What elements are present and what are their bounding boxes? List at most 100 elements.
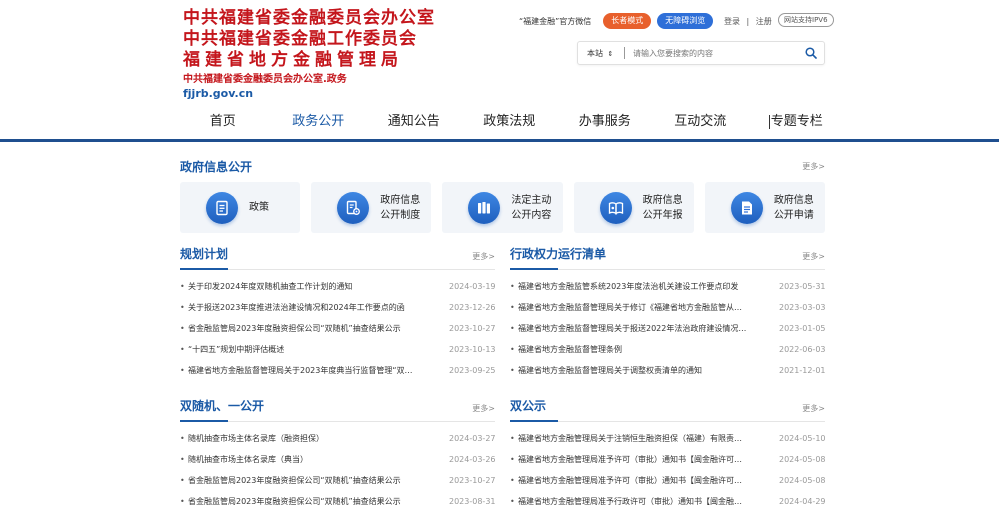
list-item[interactable]: • 省金融监管局2023年度融资担保公司“双随机”抽查结果公示 2023-08-31 [180,491,496,512]
dual-publicity-panel: 双公示 更多> • 福建省地方金融管理局关于注销恒生融资担保（福建）有限责… 202… [510,396,826,512]
list-item-date: 2023-03-03 [779,303,826,312]
bullet-icon: • [180,497,185,506]
card-statutory-content[interactable]: 法定主动 公开内容 [442,182,563,233]
list-item-date: 2022-06-03 [779,345,826,354]
power-panel-header: 行政权力运行清单 更多> [510,244,825,270]
list-item-title: “十四五”规划中期评估概述 [188,345,285,354]
random-panel-header: 双随机、一公开 更多> [180,396,495,422]
login-link[interactable]: 登录 [724,17,740,26]
list-item-date: 2023-09-25 [449,366,496,375]
card-policy[interactable]: 政策 [180,182,301,233]
list-item[interactable]: • “十四五”规划中期评估概述 2023-10-13 [180,339,496,360]
text-cursor [768,114,770,129]
plan-more-link[interactable]: 更多> [472,251,495,262]
accessible-browse-button[interactable]: 无障碍浏览 [657,13,714,29]
list-item[interactable]: • 随机抽查市场主体名录库（融资担保） 2024-03-27 [180,428,496,449]
register-link[interactable]: 注册 [756,17,772,26]
list-item[interactable]: • 省金融监管局2023年度融资担保公司“双随机”抽查结果公示 2023-10-27 [180,470,496,491]
updown-arrow-icon: ⇕ [607,49,614,58]
site-logo[interactable]: 中共福建省委金融委员会办公室 中共福建省委金融工作委员会 福建省地方金融管理局 … [183,8,435,101]
list-item-date: 2023-05-31 [779,282,826,291]
list-item-title: 福建省地方金融监督管理条例 [518,345,622,354]
nav-topics[interactable]: 专题专栏 [748,108,844,136]
nav-notices[interactable]: 通知公告 [366,108,462,136]
bullet-icon: • [180,434,185,443]
public-list: • 福建省地方金融管理局关于注销恒生融资担保（福建）有限责… 2024-05-10 … [510,428,826,512]
list-item-title: 福建省地方金融监督管理局关于报送2022年法治政府建设情况… [518,324,747,333]
bullet-icon: • [180,282,185,291]
public-more-link[interactable]: 更多> [802,403,825,414]
nav-topics-label: 专题专栏 [770,114,823,129]
list-item[interactable]: • 福建省地方金融管理局准予许可（审批）通知书【闽金融许可… 2024-05-08 [510,449,826,470]
list-item[interactable]: • 福建省地方金融管理局准予许可（审批）通知书【闽金融许可… 2024-05-08 [510,470,826,491]
search-scope-select[interactable]: 本站 ⇕ [578,48,618,59]
list-item-date: 2024-05-08 [779,455,826,464]
card-disclosure-system[interactable]: 政府信息 公开制度 [311,182,432,233]
search-icon [805,47,817,59]
random-title-underline [180,420,228,422]
top-utility-bar: “福建金融”官方微信 长者模式 无障碍浏览 [519,13,714,29]
list-item-title: 福建省地方金融监督管理局关于2023年度典当行监督管理“双… [188,366,413,375]
list-item[interactable]: • 福建省地方金融监督管理条例 2022-06-03 [510,339,826,360]
gov-info-header: 政府信息公开 更多> [180,158,825,175]
nav-services[interactable]: 办事服务 [557,108,653,136]
list-item-date: 2024-03-26 [449,455,496,464]
file-lines-icon [730,191,763,224]
nav-interaction[interactable]: 互动交流 [653,108,749,136]
list-item-date: 2023-01-05 [779,324,826,333]
list-item-title: 福建省地方金融管理局准予许可（审批）通知书【闽金融许可… [518,476,742,485]
document-gear-icon [337,191,370,224]
search-bar: 本站 ⇕ [577,41,825,65]
list-item[interactable]: • 福建省地方金融监督管理局关于修订《福建省地方金融监管从… 2023-03-03 [510,297,826,318]
list-item-date: 2023-10-27 [449,476,496,485]
bullet-icon: • [510,476,515,485]
random-list: • 随机抽查市场主体名录库（融资担保） 2024-03-27 • 随机抽查市场主体名录… [180,428,496,512]
list-item-date: 2023-08-31 [449,497,496,506]
search-button[interactable] [798,42,824,64]
card-disclosure-request-label: 政府信息 公开申请 [773,194,814,221]
nav-divider-bar [0,139,999,142]
gov-info-cards: 政策 政府信息 公开制度 法定主动 公开内容 政府信息 公开年报 政府信息 公开… [180,182,826,233]
list-item[interactable]: • 福建省地方金融监督管理局关于2023年度典当行监督管理“双… 2023-09-2… [180,360,496,381]
list-item[interactable]: • 随机抽查市场主体名录库（典当） 2024-03-26 [180,449,496,470]
login-separator: | [746,17,750,26]
list-item[interactable]: • 福建省地方金融监管系统2023年度法治机关建设工作要点印发 2023-05-31 [510,276,826,297]
list-item-title: 省金融监管局2023年度融资担保公司“双随机”抽查结果公示 [188,497,401,506]
bullet-icon: • [180,366,185,375]
list-item[interactable]: • 省金融监管局2023年度融资担保公司“双随机”抽查结果公示 2023-10-27 [180,318,496,339]
nav-policies[interactable]: 政策法规 [462,108,558,136]
list-item[interactable]: • 福建省地方金融管理局关于注销恒生融资担保（福建）有限责… 2024-05-10 [510,428,826,449]
card-disclosure-request[interactable]: 政府信息 公开申请 [704,182,826,233]
public-title: 双公示 [510,399,547,413]
list-item[interactable]: • 福建省地方金融管理局准予行政许可（审批）通知书【闽金融… 2024-04-29 [510,491,826,512]
list-item-date: 2024-05-10 [779,434,826,443]
list-item-title: 省金融监管局2023年度融资担保公司“双随机”抽查结果公示 [188,476,401,485]
login-area: 登录 | 注册 [722,16,774,27]
list-item[interactable]: • 关于印发2024年度双随机抽查工作计划的通知 2024-03-19 [180,276,496,297]
plan-title-underline [180,268,228,270]
list-item-date: 2024-04-29 [779,497,826,506]
logo-line-2: 中共福建省委金融工作委员会 [183,29,417,49]
power-more-link[interactable]: 更多> [802,251,825,262]
document-icon [206,191,238,224]
list-item-title: 随机抽查市场主体名录库（融资担保） [188,434,324,443]
power-title-underline [510,268,558,270]
power-list: • 福建省地方金融监管系统2023年度法治机关建设工作要点印发 2023-05-31… [510,276,826,381]
search-input[interactable] [633,48,798,58]
logo-domain: fjjrb.gov.cn [183,87,254,100]
nav-gov-affairs[interactable]: 政务公开 [271,108,367,136]
elder-mode-button[interactable]: 长者模式 [603,13,652,29]
gov-info-more-link[interactable]: 更多> [802,161,825,172]
card-annual-report[interactable]: 政府信息 公开年报 [573,182,694,233]
card-statutory-content-label: 法定主动 公开内容 [511,194,552,221]
list-item[interactable]: • 福建省地方金融监督管理局关于报送2022年法治政府建设情况… 2023-01-0… [510,318,826,339]
list-item[interactable]: • 关于报送2023年度推进法治建设情况和2024年工作要点的函 2023-12-2… [180,297,496,318]
bullet-icon: • [510,497,515,506]
wechat-link[interactable]: “福建金融”官方微信 [519,16,591,27]
nav-home[interactable]: 首页 [175,108,271,136]
list-item-title: 福建省地方金融管理局关于注销恒生融资担保（福建）有限责… [518,434,742,443]
list-item[interactable]: • 福建省地方金融监督管理局关于调整权责清单的通知 2021-12-01 [510,360,826,381]
search-scope-value: 本站 [587,48,603,58]
random-more-link[interactable]: 更多> [472,403,495,414]
list-item-date: 2024-03-19 [449,282,496,291]
